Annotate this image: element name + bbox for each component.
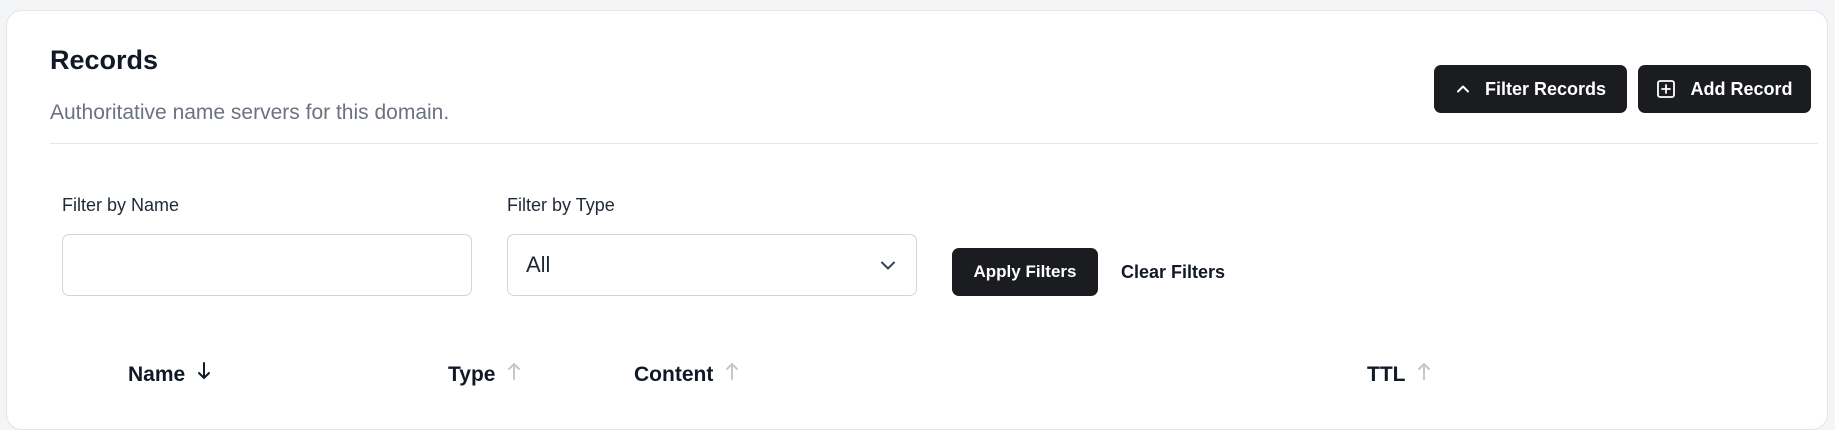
records-card: Records Authoritative name servers for t… [6, 10, 1828, 430]
column-header-content[interactable]: Content [634, 363, 739, 387]
page-subtitle: Authoritative name servers for this doma… [50, 101, 450, 124]
sort-up-arrow-icon [507, 361, 521, 381]
filter-records-label: Filter Records [1484, 78, 1607, 99]
filter-type-selected-value: All [526, 252, 551, 277]
chevron-up-icon [1455, 81, 1471, 97]
column-header-name[interactable]: Name [128, 361, 211, 387]
header-divider [50, 143, 1818, 144]
filter-records-button[interactable]: Filter Records [1434, 65, 1627, 113]
column-header-type[interactable]: Type [448, 363, 521, 387]
clear-filters-button[interactable]: Clear Filters [1109, 248, 1237, 296]
column-header-name-label: Name [128, 363, 186, 386]
page-title: Records [50, 45, 159, 75]
filter-type-label: Filter by Type [507, 195, 615, 215]
column-header-content-label: Content [634, 363, 714, 386]
column-header-type-label: Type [448, 363, 496, 386]
sort-up-arrow-icon [1417, 361, 1431, 381]
filter-type-select[interactable]: All [507, 234, 917, 296]
sort-down-arrow-icon [197, 361, 211, 381]
chevron-down-icon [878, 255, 898, 275]
plus-square-icon [1656, 79, 1676, 99]
add-record-button[interactable]: Add Record [1638, 65, 1811, 113]
column-header-ttl-label: TTL [1367, 363, 1406, 386]
apply-filters-button[interactable]: Apply Filters [952, 248, 1098, 296]
sort-up-arrow-icon [725, 361, 739, 381]
column-header-ttl[interactable]: TTL [1367, 363, 1431, 387]
filter-name-label: Filter by Name [62, 195, 180, 215]
filter-name-input[interactable] [62, 234, 472, 296]
add-record-label: Add Record [1690, 78, 1793, 99]
